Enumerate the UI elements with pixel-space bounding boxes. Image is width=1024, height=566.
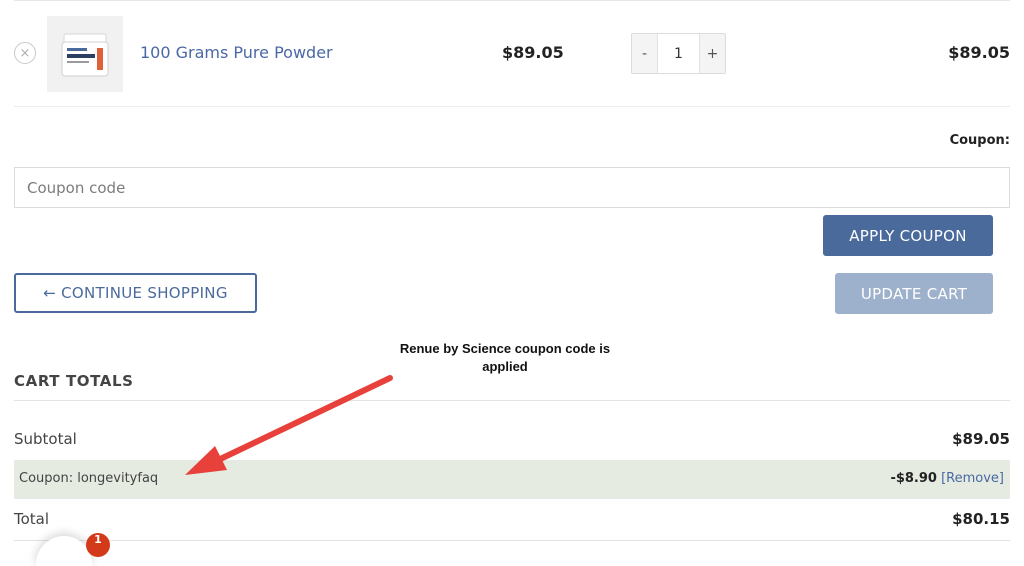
totals-divider [14, 400, 1010, 401]
top-divider [14, 0, 1010, 1]
apply-coupon-button[interactable]: APPLY COUPON [823, 215, 993, 256]
continue-shopping-button[interactable]: ← CONTINUE SHOPPING [14, 273, 257, 313]
product-price: $89.05 [502, 43, 564, 62]
cart-totals-heading: CART TOTALS [14, 372, 134, 390]
quantity-input[interactable]: 1 [657, 34, 700, 73]
chat-notification-badge[interactable]: 1 [86, 533, 110, 557]
coupon-discount-amount: -$8.90 [890, 471, 937, 486]
remove-coupon-link[interactable]: [Remove] [941, 471, 1004, 486]
bottom-divider [14, 540, 1010, 541]
annotation-text: Renue by Science coupon code is applied [399, 341, 611, 374]
coupon-discount-row [14, 460, 1010, 498]
coupon-label: Coupon: [949, 133, 1010, 148]
line-total: $89.05 [948, 43, 1010, 62]
product-name-link[interactable]: 100 Grams Pure Powder [140, 43, 333, 62]
product-thumbnail[interactable] [47, 16, 123, 92]
quantity-increase-button[interactable]: + [700, 34, 725, 73]
quantity-stepper: - 1 + [631, 33, 726, 74]
row-divider [14, 106, 1010, 107]
subtotal-label: Subtotal [14, 430, 77, 448]
remove-item-icon[interactable]: × [14, 42, 36, 64]
subtotal-value: $89.05 [952, 430, 1010, 448]
quantity-decrease-button[interactable]: - [632, 34, 657, 73]
total-value: $80.15 [952, 510, 1010, 528]
product-jar-icon [47, 16, 123, 92]
total-label: Total [14, 510, 50, 528]
coupon-discount: -$8.90 [Remove] [890, 471, 1004, 486]
coupon-code-input[interactable] [14, 167, 1010, 208]
coupon-row-label: Coupon: longevityfaq [19, 471, 159, 486]
total-divider [14, 498, 1010, 499]
update-cart-button[interactable]: UPDATE CART [835, 273, 993, 314]
